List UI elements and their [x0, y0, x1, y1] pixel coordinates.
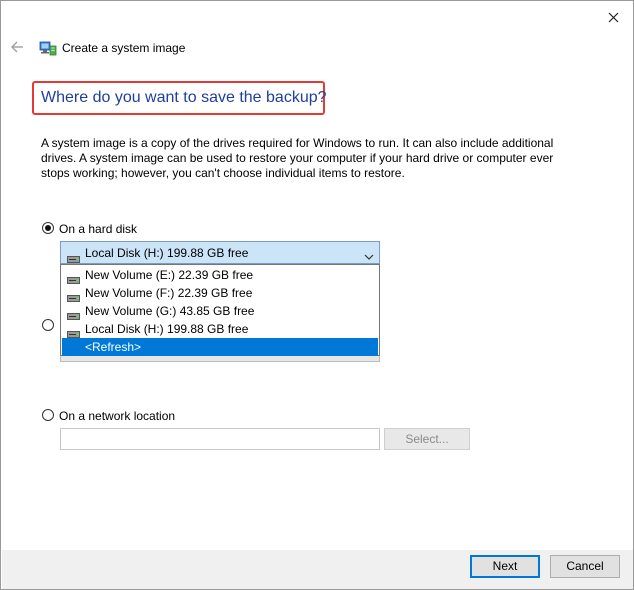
hard-disk-combobox[interactable]: Local Disk (H:) 199.88 GB free [60, 241, 380, 264]
dropdown-item[interactable]: New Volume (G:) 43.85 GB free [62, 302, 378, 320]
dialog-window: Create a system image Where do you want … [0, 0, 634, 590]
back-arrow-icon [11, 41, 23, 53]
dropdown-item[interactable]: New Volume (F:) 22.39 GB free [62, 284, 378, 302]
network-radio[interactable] [42, 409, 54, 421]
close-button[interactable] [601, 7, 625, 29]
dropdown-item-refresh[interactable]: <Refresh> [62, 338, 378, 356]
next-button[interactable]: Next [470, 555, 540, 578]
back-button[interactable] [10, 39, 26, 55]
dropdown-item[interactable]: New Volume (E:) 22.39 GB free [62, 266, 378, 284]
close-icon [608, 12, 619, 23]
network-location-input[interactable] [60, 428, 380, 450]
hard-disk-radio[interactable] [42, 222, 54, 234]
cancel-button[interactable]: Cancel [550, 555, 620, 578]
combobox-value: Local Disk (H:) 199.88 GB free [85, 246, 249, 260]
network-label: On a network location [59, 409, 176, 423]
description-text: A system image is a copy of the drives r… [41, 136, 554, 180]
page-heading: Where do you want to save the backup? [41, 89, 327, 106]
dropdown-item-label: New Volume (G:) 43.85 GB free [85, 304, 255, 318]
dvd-radio[interactable] [42, 319, 54, 331]
backup-app-icon [39, 39, 57, 57]
dropdown-item-label: New Volume (F:) 22.39 GB free [85, 286, 253, 300]
footer-bar: Next Cancel [2, 550, 633, 589]
dropdown-item-label: <Refresh> [85, 340, 142, 354]
dropdown-item-label: New Volume (E:) 22.39 GB free [85, 268, 254, 282]
hard-disk-label: On a hard disk [59, 222, 138, 236]
dropdown-item[interactable]: Local Disk (H:) 199.88 GB free [62, 320, 378, 338]
select-button[interactable]: Select... [384, 428, 470, 450]
dropdown-item-label: Local Disk (H:) 199.88 GB free [85, 322, 249, 336]
hard-disk-dropdown-list: New Volume (E:) 22.39 GB free New Volume… [60, 264, 380, 356]
window-title: Create a system image [62, 41, 186, 55]
